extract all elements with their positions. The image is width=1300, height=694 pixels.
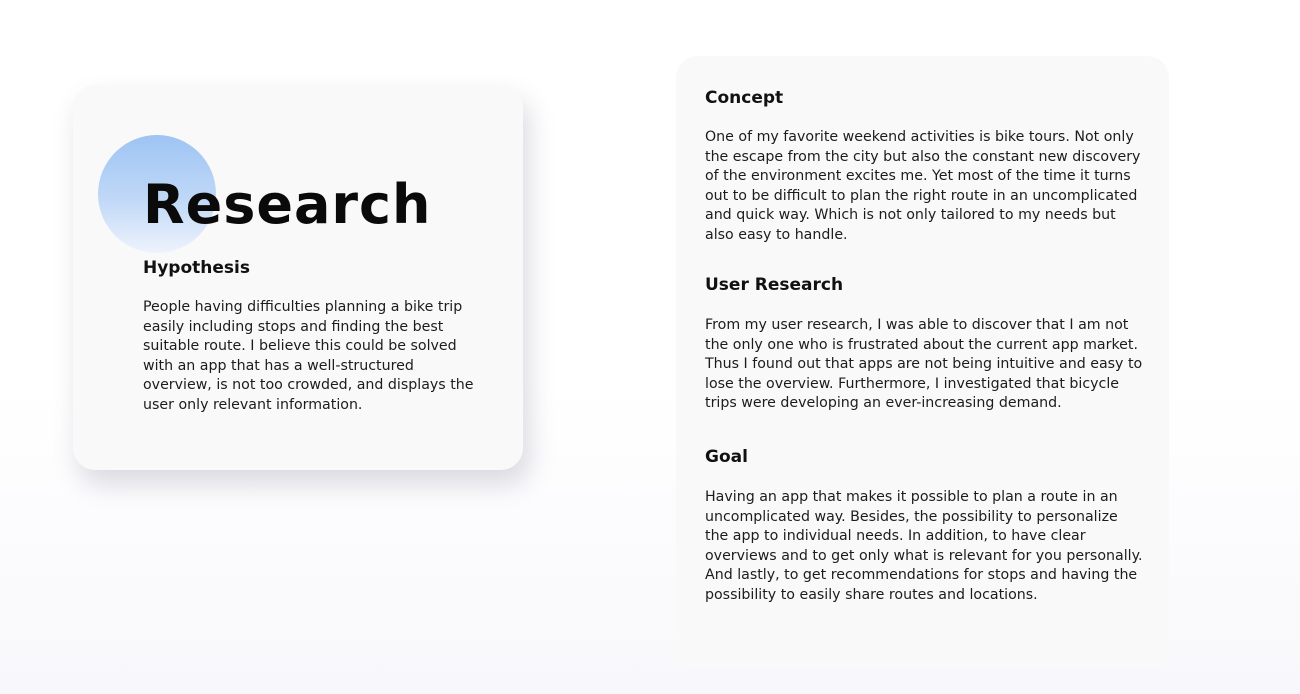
user-research-heading: User Research [705,275,844,295]
goal-heading: Goal [705,447,748,467]
research-card: Research Hypothesis People having diffic… [73,85,523,470]
hypothesis-heading: Hypothesis [143,258,250,278]
concept-heading: Concept [705,88,784,108]
goal-text: Having an app that makes it possible to … [705,489,1143,603]
user-research-text: From my user research, I was able to dis… [705,317,1143,412]
concept-text: One of my favorite weekend activities is… [705,129,1141,243]
page-title: Research [143,173,432,236]
details-card: Concept One of my favorite weekend activ… [676,56,1169,669]
hypothesis-text: People having difficulties planning a bi… [143,299,474,413]
